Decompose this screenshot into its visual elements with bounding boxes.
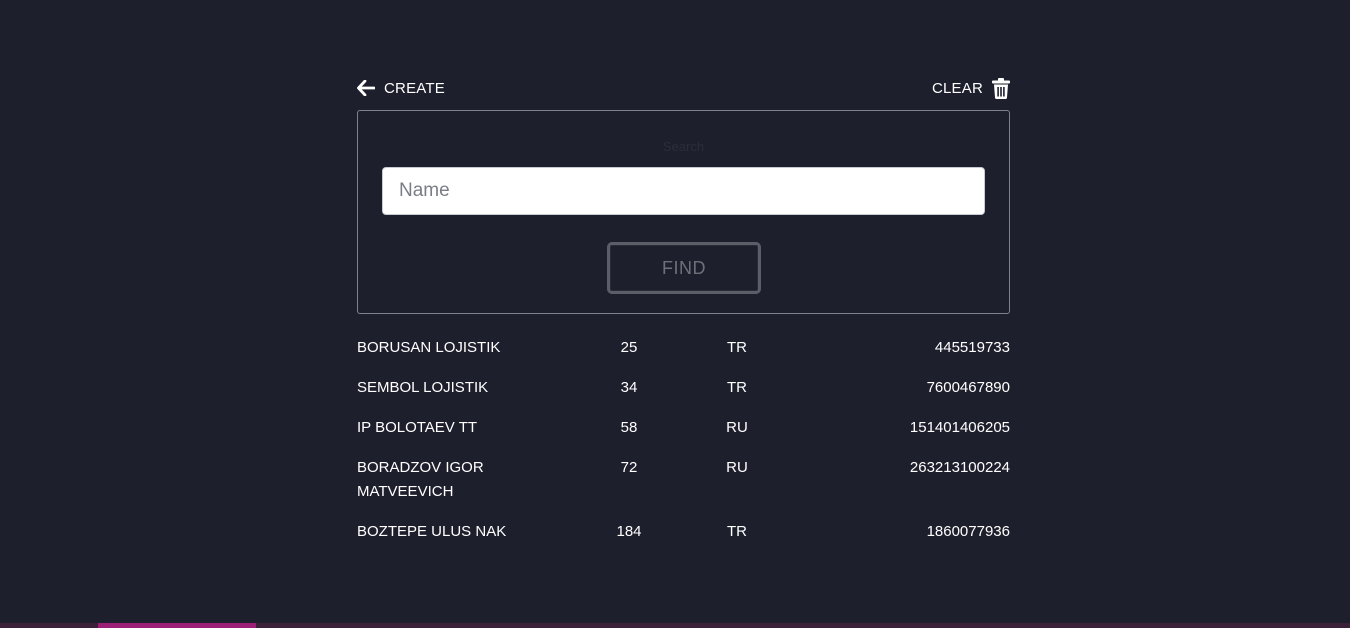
result-country: TR bbox=[727, 339, 747, 356]
result-country: TR bbox=[727, 379, 747, 396]
result-row[interactable]: BOZTEPE ULUS NAK 184 TR 1860077936 bbox=[357, 520, 1010, 544]
result-number: 58 bbox=[620, 419, 638, 436]
result-row[interactable]: BORUSAN LOJISTIK 25 TR 445519733 bbox=[357, 336, 1010, 360]
loading-progress-indicator bbox=[98, 623, 256, 628]
result-row[interactable]: IP BOLOTAEV TT 58 RU 151401406205 bbox=[357, 416, 1010, 440]
clear-button[interactable]: CLEAR bbox=[931, 77, 1010, 99]
clear-label: CLEAR bbox=[931, 79, 983, 97]
company-search-container: CREATE CLEAR Search FIND BORUSAN LOJISTI… bbox=[357, 76, 1010, 560]
create-label: CREATE bbox=[384, 79, 445, 97]
result-country: TR bbox=[727, 523, 747, 540]
result-company-name: BORUSAN LOJISTIK bbox=[357, 339, 501, 356]
result-number: 25 bbox=[620, 339, 638, 356]
result-company-name: BOZTEPE ULUS NAK bbox=[357, 523, 507, 540]
result-company-name: IP BOLOTAEV TT bbox=[357, 419, 478, 436]
result-number: 72 bbox=[620, 459, 638, 476]
result-tax-id: 151401406205 bbox=[909, 419, 1010, 436]
search-panel-title: Search bbox=[662, 139, 705, 154]
result-tax-id: 445519733 bbox=[934, 339, 1010, 356]
result-company-name: BORADZOV IGOR MATVEEVICH bbox=[357, 459, 484, 500]
result-country: RU bbox=[726, 459, 748, 476]
result-row[interactable]: BORADZOV IGOR MATVEEVICH 72 RU 263213100… bbox=[357, 456, 1010, 504]
loading-progress-bar bbox=[0, 623, 1350, 628]
toolbar: CREATE CLEAR bbox=[357, 76, 1010, 100]
arrow-left-icon bbox=[357, 80, 375, 96]
result-number: 184 bbox=[616, 523, 642, 540]
find-button[interactable]: FIND bbox=[607, 242, 761, 294]
result-tax-id: 7600467890 bbox=[926, 379, 1010, 396]
result-tax-id: 1860077936 bbox=[926, 523, 1010, 540]
result-tax-id: 263213100224 bbox=[909, 459, 1010, 476]
name-search-input[interactable] bbox=[382, 167, 985, 215]
result-country: RU bbox=[726, 419, 748, 436]
result-number: 34 bbox=[620, 379, 638, 396]
results-list: BORUSAN LOJISTIK 25 TR 445519733 SEMBOL … bbox=[357, 336, 1010, 544]
create-button[interactable]: CREATE bbox=[357, 80, 445, 97]
trash-icon bbox=[992, 77, 1010, 99]
search-panel: Search FIND bbox=[357, 110, 1010, 314]
result-company-name: SEMBOL LOJISTIK bbox=[357, 379, 489, 396]
result-row[interactable]: SEMBOL LOJISTIK 34 TR 7600467890 bbox=[357, 376, 1010, 400]
